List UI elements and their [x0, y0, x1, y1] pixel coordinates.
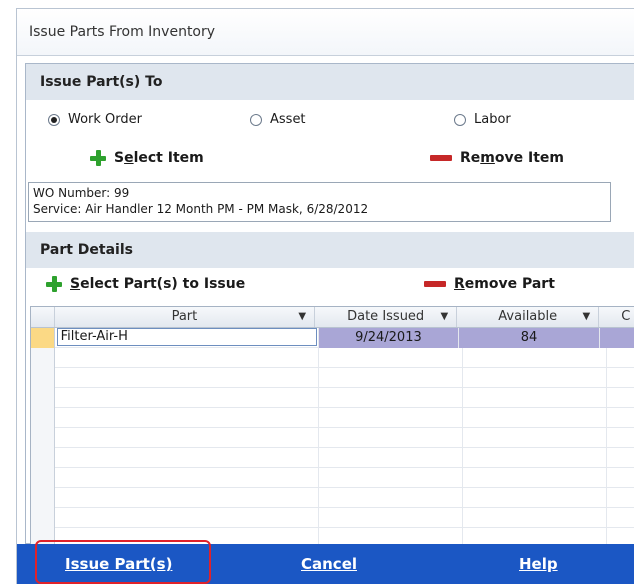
- empty-row: [31, 408, 634, 428]
- radio-asset[interactable]: Asset: [250, 112, 306, 127]
- work-order-details: WO Number: 99 Service: Air Handler 12 Mo…: [28, 182, 611, 222]
- empty-cell: [55, 388, 319, 408]
- empty-cell: [463, 368, 607, 388]
- empty-cell: [319, 508, 463, 528]
- filter-dropdown-icon[interactable]: ▼: [298, 307, 306, 327]
- empty-cell: [55, 428, 319, 448]
- wo-service-text: Service: Air Handler 12 Month PM - PM Ma…: [33, 202, 369, 216]
- empty-cell: [319, 448, 463, 468]
- dialog-footer: Issue Part(s) Cancel Help: [17, 540, 634, 584]
- remove-part-label: Remove Part: [454, 276, 555, 292]
- help-button[interactable]: Help: [519, 544, 558, 584]
- empty-row: [31, 348, 634, 368]
- row-header: [31, 468, 55, 488]
- empty-cell: [55, 368, 319, 388]
- radio-work-order[interactable]: Work Order: [48, 112, 142, 127]
- select-parts-label: Select Part(s) to Issue: [70, 276, 246, 292]
- empty-cell: [319, 368, 463, 388]
- remove-item-label: Remove Item: [460, 150, 564, 166]
- c-cell[interactable]: [599, 328, 634, 348]
- grid-corner: [31, 307, 55, 327]
- empty-row: [31, 428, 634, 448]
- issue-parts-dialog: Issue Parts From Inventory Issue Part(s)…: [16, 8, 634, 584]
- minus-icon: [430, 155, 452, 161]
- radio-dot-icon: [250, 113, 262, 126]
- empty-row: [31, 468, 634, 488]
- row-header: [31, 368, 55, 388]
- radio-asset-label: Asset: [270, 112, 306, 127]
- radio-labor-label: Labor: [474, 112, 511, 127]
- issue-parts-highlight: [35, 540, 211, 584]
- cancel-button[interactable]: Cancel: [301, 544, 357, 584]
- issue-to-radio-group: Work Order Asset Labor: [26, 112, 634, 134]
- column-date-issued[interactable]: Date Issued ▼: [315, 307, 458, 327]
- empty-row: [31, 388, 634, 408]
- minus-icon: [424, 281, 446, 287]
- date-issued-cell[interactable]: 9/24/2013: [318, 328, 460, 348]
- empty-row: [31, 508, 634, 528]
- empty-cell: [319, 428, 463, 448]
- empty-row: [31, 488, 634, 508]
- empty-row: [31, 448, 634, 468]
- parts-grid: Part ▼ Date Issued ▼ Available ▼ C Filter-A…: [30, 306, 634, 576]
- row-header[interactable]: [31, 328, 55, 348]
- empty-cell: [319, 488, 463, 508]
- remove-part-button[interactable]: Remove Part: [424, 276, 555, 292]
- table-row[interactable]: Filter-Air-H 9/24/2013 84: [31, 328, 634, 348]
- column-available[interactable]: Available ▼: [457, 307, 600, 327]
- select-item-button[interactable]: Select Item: [90, 150, 204, 166]
- radio-dot-icon: [454, 113, 466, 126]
- part-details-header: Part Details: [26, 232, 634, 268]
- radio-work-order-label: Work Order: [68, 112, 142, 127]
- empty-cell: [55, 348, 319, 368]
- radio-dot-icon: [48, 113, 60, 126]
- empty-cell: [463, 488, 607, 508]
- empty-row: [31, 368, 634, 388]
- row-header: [31, 488, 55, 508]
- empty-cell: [463, 348, 607, 368]
- row-header: [31, 448, 55, 468]
- empty-cell: [319, 388, 463, 408]
- empty-cell: [319, 468, 463, 488]
- radio-labor[interactable]: Labor: [454, 112, 511, 127]
- row-header: [31, 428, 55, 448]
- empty-cell: [463, 428, 607, 448]
- row-header: [31, 348, 55, 368]
- empty-cell: [319, 408, 463, 428]
- plus-icon: [46, 276, 62, 292]
- column-c[interactable]: C: [599, 307, 634, 327]
- empty-cell: [55, 468, 319, 488]
- empty-cell: [55, 508, 319, 528]
- row-header: [31, 408, 55, 428]
- empty-cell: [55, 408, 319, 428]
- empty-cell: [463, 388, 607, 408]
- row-header: [31, 508, 55, 528]
- grid-header: Part ▼ Date Issued ▼ Available ▼ C: [31, 307, 634, 328]
- select-parts-button[interactable]: Select Part(s) to Issue: [46, 276, 245, 292]
- issue-to-header: Issue Part(s) To: [26, 64, 634, 100]
- dialog-title: Issue Parts From Inventory: [17, 9, 634, 56]
- plus-icon: [90, 150, 106, 166]
- empty-cell: [319, 348, 463, 368]
- filter-dropdown-icon[interactable]: ▼: [583, 307, 591, 327]
- empty-cell: [463, 508, 607, 528]
- empty-cell: [55, 488, 319, 508]
- grid-rows: Filter-Air-H 9/24/2013 84: [31, 328, 634, 575]
- empty-cell: [463, 408, 607, 428]
- part-edit-input[interactable]: Filter-Air-H: [56, 328, 317, 346]
- available-cell[interactable]: 84: [459, 328, 600, 348]
- wo-number-text: WO Number: 99: [33, 186, 130, 200]
- select-item-label: Select Item: [114, 150, 204, 166]
- part-cell[interactable]: Filter-Air-H: [55, 328, 319, 348]
- empty-cell: [55, 448, 319, 468]
- row-header: [31, 388, 55, 408]
- filter-dropdown-icon[interactable]: ▼: [440, 307, 448, 327]
- empty-cell: [463, 448, 607, 468]
- empty-cell: [463, 468, 607, 488]
- column-part[interactable]: Part ▼: [55, 307, 316, 327]
- remove-item-button[interactable]: Remove Item: [430, 150, 564, 166]
- dialog-body: Issue Part(s) To Work Order Asset Labor …: [25, 63, 634, 584]
